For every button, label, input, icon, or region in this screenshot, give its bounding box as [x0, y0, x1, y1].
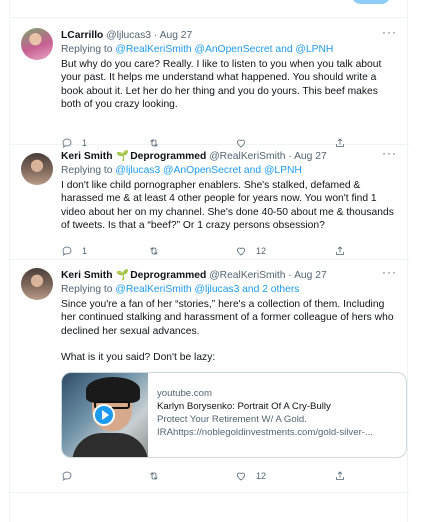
display-name[interactable]: Keri Smith [61, 270, 113, 281]
replying-to-prefix: Replying to [61, 44, 113, 55]
card-description-line1: Protect Your Retirement W/ A Gold. [157, 414, 307, 425]
tweet-body: Keri Smith 🌱Deprogrammed @RealKeriSmith … [61, 266, 407, 481]
tweet-text: But why do you care? Really. I like to l… [61, 58, 397, 111]
handle[interactable]: @RealKeriSmith [209, 270, 285, 281]
previous-tweet-edge [10, 0, 409, 18]
like-count: 12 [256, 246, 267, 256]
heart-icon [237, 247, 245, 256]
tweet-header: Keri Smith 🌱Deprogrammed @RealKeriSmith … [61, 147, 397, 163]
display-name[interactable]: Keri Smith [61, 151, 113, 162]
replying-to-handles[interactable]: @ljlucas3 @AnOpenSecret and @LPNH [115, 165, 301, 176]
separator-dot: · [288, 151, 292, 162]
more-icon[interactable]: ··· [382, 266, 397, 279]
retweet-icon [150, 247, 158, 255]
link-preview-card[interactable]: youtube.com Karlyn Borysenko: Portrait O… [61, 372, 407, 458]
like-button[interactable]: 12 [235, 470, 266, 482]
more-icon[interactable]: ··· [382, 147, 397, 160]
replying-to-prefix: Replying to [61, 284, 113, 295]
timeline-column: LCarrillo @ljlucas3 · Aug 27 ··· Replyin… [9, 0, 409, 522]
reply-button[interactable] [61, 470, 82, 482]
reply-count: 1 [82, 246, 88, 256]
separator-dot: · [153, 30, 158, 41]
tweet-actions: 1 12 [61, 245, 397, 259]
replying-to: Replying to @RealKeriSmith @AnOpenSecret… [61, 43, 397, 56]
tweet-date[interactable]: Aug 27 [160, 30, 193, 41]
replying-to-prefix: Replying to [61, 165, 113, 176]
tweet-body: LCarrillo @ljlucas3 · Aug 27 ··· Replyin… [61, 26, 397, 149]
card-info: youtube.com Karlyn Borysenko: Portrait O… [157, 387, 398, 439]
handle[interactable]: @RealKeriSmith [209, 151, 285, 162]
avatar[interactable] [21, 153, 53, 185]
reply-icon [62, 246, 72, 256]
card-title: Karlyn Borysenko: Portrait Of A Cry-Bull… [157, 401, 331, 412]
card-description-line2: IRAhttps://noblegoldinvestments.com/gold… [157, 427, 373, 438]
retweet-button[interactable] [148, 470, 169, 482]
like-count: 12 [256, 471, 267, 481]
tweet[interactable]: Keri Smith 🌱Deprogrammed @RealKeriSmith … [10, 145, 409, 260]
separator-dot: · [288, 270, 292, 281]
reply-icon [62, 471, 72, 481]
share-button[interactable] [334, 245, 346, 257]
tweet-text: I don't like child pornographer enablers… [61, 179, 397, 232]
tweet-header: Keri Smith 🌱Deprogrammed @RealKeriSmith … [61, 266, 397, 282]
like-button[interactable]: 12 [235, 245, 266, 257]
display-name-suffix[interactable]: Deprogrammed [130, 270, 206, 281]
heart-icon [237, 472, 245, 481]
tweet-date[interactable]: Aug 27 [294, 151, 327, 162]
card-domain: youtube.com [157, 388, 212, 399]
tweet-paragraph: I don't like child pornographer enablers… [61, 180, 394, 231]
replying-to-handles[interactable]: @RealKeriSmith @AnOpenSecret and @LPNH [115, 44, 333, 55]
tweet-actions: 12 [61, 470, 397, 484]
tweet[interactable]: LCarrillo @ljlucas3 · Aug 27 ··· Replyin… [10, 18, 409, 149]
replying-to-handles[interactable]: @RealKeriSmith @ljlucas3 and 2 others [115, 284, 299, 295]
tweet-date[interactable]: Aug 27 [294, 270, 327, 281]
tweet[interactable]: Keri Smith 🌱Deprogrammed @RealKeriSmith … [10, 260, 409, 493]
tweet-header: LCarrillo @ljlucas3 · Aug 27 ··· [61, 26, 397, 42]
avatar[interactable] [21, 28, 53, 60]
tweet-paragraph: What is it you said? Don't be lazy: [61, 351, 216, 363]
avatar[interactable] [21, 268, 53, 300]
display-name-suffix[interactable]: Deprogrammed [130, 151, 206, 162]
replying-to: Replying to @RealKeriSmith @ljlucas3 and… [61, 283, 397, 296]
more-icon[interactable]: ··· [382, 26, 397, 39]
reply-button[interactable]: 1 [61, 245, 87, 257]
retweet-icon [150, 472, 158, 480]
share-icon [336, 246, 344, 255]
handle[interactable]: @ljlucas3 [106, 30, 151, 41]
tweet-body: Keri Smith 🌱Deprogrammed @RealKeriSmith … [61, 147, 397, 257]
share-icon [336, 471, 344, 480]
follow-button-partial[interactable] [351, 0, 391, 4]
sprout-icon: 🌱 [116, 270, 130, 281]
video-thumbnail [62, 373, 148, 457]
display-name[interactable]: LCarrillo [61, 30, 103, 41]
tweet-paragraph: Since you're a fan of her “stories,” her… [61, 299, 394, 337]
share-button[interactable] [334, 470, 346, 482]
replying-to: Replying to @ljlucas3 @AnOpenSecret and … [61, 164, 397, 177]
tweet-text: Since you're a fan of her “stories,” her… [61, 298, 397, 364]
play-icon[interactable] [93, 404, 115, 426]
tweet-paragraph: But why do you care? Really. I like to l… [61, 59, 382, 110]
sprout-icon: 🌱 [116, 151, 130, 162]
retweet-button[interactable] [148, 245, 169, 257]
